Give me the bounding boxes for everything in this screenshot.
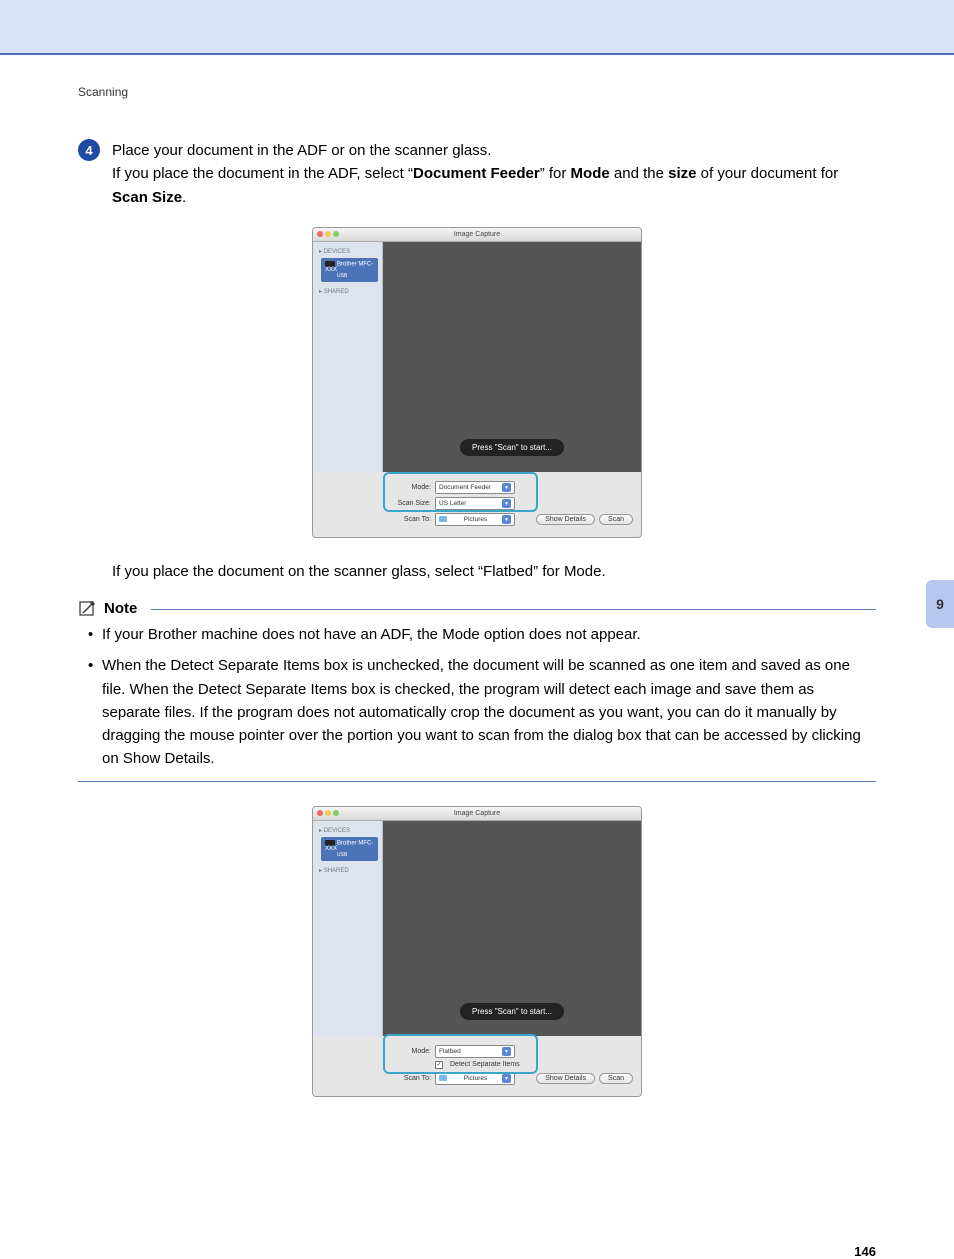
scanto-dropdown[interactable]: Pictures▾: [435, 1072, 515, 1085]
chevron-down-icon: ▾: [502, 1074, 511, 1083]
mode-dropdown[interactable]: Flatbed▾: [435, 1045, 515, 1058]
controls-panel: Mode: Document Feeder▾ Scan Size: US Let…: [313, 472, 641, 537]
folder-icon: [439, 516, 447, 522]
folder-icon: [439, 1075, 447, 1081]
t2b: Document Feeder: [413, 165, 540, 182]
preview-area: Press "Scan" to start...: [383, 821, 641, 1036]
sidebar: ▸ DEVICES Brother MFC-XXX USB ▸ SHARED: [313, 821, 383, 1036]
t2g: of your document for: [696, 165, 838, 182]
sidebar: ▸ DEVICES Brother MFC-XXX USB ▸ SHARED: [313, 242, 383, 472]
t2d: Mode: [571, 165, 610, 182]
printer-icon: [325, 261, 335, 267]
detect-label: Detect Separate Items: [450, 1061, 520, 1068]
scanto-label: Scan To:: [321, 1075, 431, 1082]
window-title: Image Capture: [313, 231, 641, 238]
note-label: Note: [104, 600, 137, 617]
sidebar-devices-label: ▸ DEVICES: [315, 246, 380, 257]
note-item-2: When the Detect Separate Items box is un…: [88, 654, 876, 770]
scan-button[interactable]: Scan: [599, 514, 633, 525]
t2i: .: [182, 189, 186, 206]
sidebar-devices-label: ▸ DEVICES: [315, 825, 380, 836]
chevron-down-icon: ▾: [502, 499, 511, 508]
note-icon: [78, 599, 98, 617]
mode-dropdown[interactable]: Document Feeder▾: [435, 481, 515, 494]
scanto-dropdown[interactable]: Pictures▾: [435, 513, 515, 526]
controls-panel: Mode: Flatbed▾ ✓ Detect Separate Items S…: [313, 1036, 641, 1096]
printer-icon: [325, 840, 335, 846]
sidebar-device-item[interactable]: Brother MFC-XXX USB: [321, 837, 378, 862]
t2f: size: [668, 165, 696, 182]
preview-area: Press "Scan" to start...: [383, 242, 641, 472]
sidebar-device-item[interactable]: Brother MFC-XXX USB: [321, 258, 378, 283]
sidebar-shared-label: ▸ SHARED: [315, 865, 380, 876]
sidebar-shared-label: ▸ SHARED: [315, 286, 380, 297]
flatbed-instruction: If you place the document on the scanner…: [112, 560, 876, 583]
step-number-badge: 4: [78, 139, 100, 161]
t2c: ” for: [540, 165, 571, 182]
note-bottom-rule: [78, 781, 876, 782]
mode-label: Mode:: [321, 484, 431, 491]
chevron-down-icon: ▾: [502, 515, 511, 524]
window-title: Image Capture: [313, 810, 641, 817]
show-details-button[interactable]: Show Details: [536, 1073, 595, 1084]
section-heading: Scanning: [78, 85, 876, 99]
scansize-dropdown[interactable]: US Letter▾: [435, 497, 515, 510]
press-scan-message: Press "Scan" to start...: [460, 439, 564, 456]
press-scan-message: Press "Scan" to start...: [460, 1003, 564, 1020]
screenshot-flatbed: Image Capture ▸ DEVICES Brother MFC-XXX …: [312, 806, 642, 1097]
t2e: and the: [610, 165, 668, 182]
device-sub: USB: [337, 273, 347, 279]
device-sub: USB: [337, 852, 347, 858]
show-details-button[interactable]: Show Details: [536, 514, 595, 525]
note-heading: Note: [78, 599, 876, 617]
scan-button[interactable]: Scan: [599, 1073, 633, 1084]
note-list: If your Brother machine does not have an…: [88, 623, 876, 771]
note-item-1: If your Brother machine does not have an…: [88, 623, 876, 646]
step-4: 4 Place your document in the ADF or on t…: [78, 139, 876, 209]
screenshot-adf: Image Capture ▸ DEVICES Brother MFC-XXX …: [312, 227, 642, 538]
detect-checkbox[interactable]: ✓: [435, 1061, 443, 1069]
scanto-label: Scan To:: [321, 516, 431, 523]
step-line1: Place your document in the ADF or on the…: [112, 142, 491, 159]
mode-label: Mode:: [321, 1048, 431, 1055]
window-titlebar: Image Capture: [313, 228, 641, 242]
window-titlebar: Image Capture: [313, 807, 641, 821]
t2a: If you place the document in the ADF, se…: [112, 165, 413, 182]
scansize-label: Scan Size:: [321, 500, 431, 507]
chevron-down-icon: ▾: [502, 1047, 511, 1056]
step-text: Place your document in the ADF or on the…: [112, 139, 876, 209]
note-rule: [151, 609, 876, 610]
t2h: Scan Size: [112, 189, 182, 206]
header-band: [0, 0, 954, 55]
chevron-down-icon: ▾: [502, 483, 511, 492]
page-number: 146: [854, 1244, 876, 1259]
